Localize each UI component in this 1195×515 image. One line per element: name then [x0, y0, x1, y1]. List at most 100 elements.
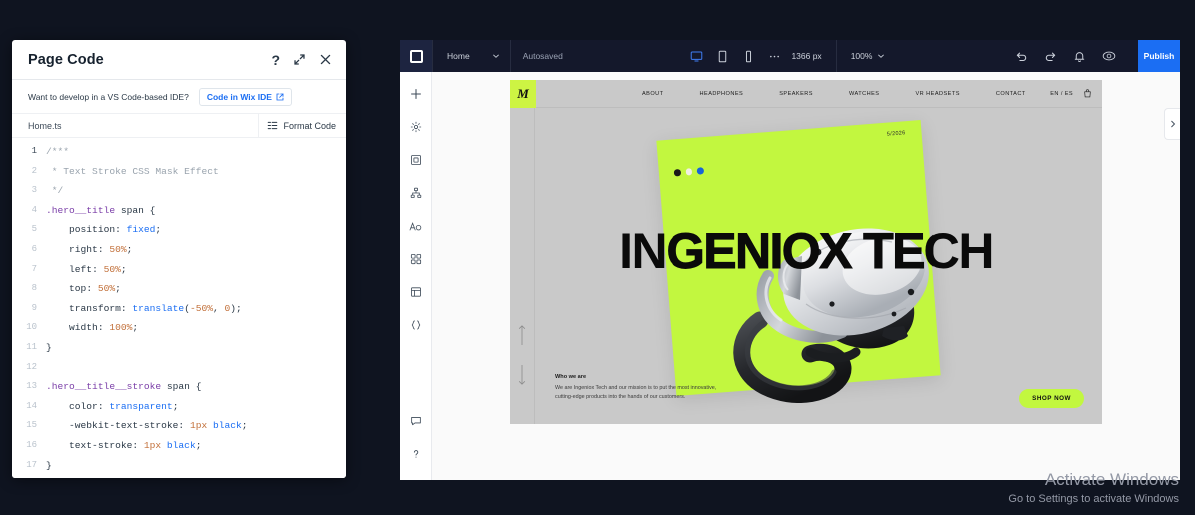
publish-button[interactable]: Publish — [1138, 40, 1180, 72]
sidebar-dev-mode-icon[interactable] — [404, 313, 428, 337]
code-line: 5 position: fixed; — [12, 220, 346, 240]
external-link-icon — [276, 93, 284, 100]
line-number: 2 — [31, 165, 37, 176]
code-line: 7 left: 50%; — [12, 260, 346, 280]
device-switcher — [690, 50, 791, 63]
code-line: 15 -webkit-text-stroke: 1px black; — [12, 416, 346, 436]
code-line: 6 right: 50%; — [12, 240, 346, 260]
wix-logo-icon[interactable] — [400, 40, 432, 72]
page-selector[interactable]: Home — [433, 40, 510, 72]
code-line: 9 transform: translate(-50%, 0); — [12, 299, 346, 319]
site-nav-link[interactable]: WATCHES — [831, 91, 898, 97]
page-code-title: Page Code — [28, 51, 104, 68]
autosave-status: Autosaved — [522, 51, 563, 61]
expand-icon[interactable] — [293, 53, 306, 66]
chevron-down-icon — [878, 54, 885, 58]
notifications-icon[interactable] — [1073, 50, 1086, 63]
code-editor-area[interactable]: 1/*** 2 * Text Stroke CSS Mask Effect 3 */… — [12, 138, 346, 478]
sidebar-chat-icon[interactable] — [404, 409, 428, 433]
editor-canvas[interactable]: M ABOUT HEADPHONES SPEAKERS WATCHES VR HEADS… — [432, 72, 1180, 480]
line-number: 3 — [31, 185, 37, 196]
format-code-button[interactable]: Format Code — [258, 114, 336, 137]
chevron-down-icon — [492, 54, 499, 58]
line-text: position: fixed; — [46, 224, 162, 236]
close-icon[interactable] — [319, 53, 332, 66]
windows-activation-watermark: Activate Windows Go to Settings to activ… — [1008, 469, 1179, 507]
sidebar-cms-icon[interactable] — [404, 280, 428, 304]
screen-root: Page Code ? Want to develop in a VS Code… — [0, 0, 1195, 515]
site-nav-right: EN / ES — [1050, 89, 1102, 98]
preview-icon[interactable] — [1102, 49, 1116, 63]
ide-promo-bar: Want to develop in a VS Code-based IDE? … — [12, 80, 346, 114]
line-text: text-stroke: 1px black; — [46, 439, 202, 451]
site-nav-link[interactable]: HEADPHONES — [682, 91, 762, 97]
expand-right-panel-icon[interactable] — [1164, 108, 1180, 140]
line-number: 4 — [31, 204, 37, 215]
site-nav-link[interactable]: SPEAKERS — [761, 91, 831, 97]
code-line: 10 width: 100%; — [12, 318, 346, 338]
language-switcher[interactable]: EN / ES — [1050, 91, 1073, 97]
editor-body: M ABOUT HEADPHONES SPEAKERS WATCHES VR HEADS… — [400, 72, 1180, 480]
code-line: 8 top: 50%; — [12, 279, 346, 299]
scroll-down-icon[interactable] — [517, 364, 527, 386]
site-nav-link[interactable]: ABOUT — [624, 91, 682, 97]
editor-actions: Publish — [1015, 40, 1180, 72]
sidebar-site-structure-icon[interactable] — [404, 181, 428, 205]
site-navbar: M ABOUT HEADPHONES SPEAKERS WATCHES VR HEADS… — [510, 80, 1102, 108]
ide-promo-text: Want to develop in a VS Code-based IDE? — [28, 91, 189, 102]
mobile-view-icon[interactable] — [742, 50, 755, 63]
redo-icon[interactable] — [1044, 50, 1057, 63]
sidebar-add-icon[interactable] — [404, 82, 428, 106]
scroll-up-icon[interactable] — [517, 324, 527, 346]
line-text: /*** — [46, 146, 70, 157]
card-dot — [696, 167, 704, 175]
line-text: right: 50%; — [46, 243, 133, 255]
line-number: 6 — [31, 243, 37, 254]
line-text: .hero__title span { — [46, 204, 156, 216]
line-number: 8 — [31, 283, 37, 294]
card-dot — [673, 169, 681, 177]
sidebar-pages-icon[interactable] — [404, 148, 428, 172]
sidebar-text-theme-icon[interactable] — [404, 214, 428, 238]
line-text: } — [46, 459, 52, 471]
line-number: 17 — [26, 459, 37, 470]
undo-icon[interactable] — [1015, 50, 1028, 63]
sidebar-settings-icon[interactable] — [404, 115, 428, 139]
help-icon[interactable]: ? — [271, 53, 280, 67]
site-nav-link[interactable]: VR HEADSETS — [897, 91, 977, 97]
code-line: 4 .hero__title span { — [12, 201, 346, 221]
page-selector-label: Home — [447, 51, 470, 61]
code-line: 12 — [12, 358, 346, 378]
tablet-view-icon[interactable] — [716, 50, 729, 63]
site-logo[interactable]: M — [510, 80, 536, 108]
line-number: 5 — [31, 224, 37, 235]
site-nav-link[interactable]: CONTACT — [978, 91, 1044, 97]
card-dots — [673, 167, 704, 177]
code-line: 3 */ — [12, 181, 346, 201]
sidebar-apps-icon[interactable] — [404, 247, 428, 271]
watermark-line-1: Activate Windows — [1044, 470, 1179, 489]
code-in-wix-ide-button[interactable]: Code in Wix IDE — [198, 87, 292, 106]
line-number: 10 — [26, 322, 37, 333]
desktop-view-icon[interactable] — [690, 50, 703, 63]
line-number: 12 — [26, 361, 37, 372]
code-tabbar: Home.ts Format Code — [12, 114, 346, 138]
site-preview: M ABOUT HEADPHONES SPEAKERS WATCHES VR HEADS… — [510, 80, 1102, 424]
line-number: 15 — [26, 420, 37, 431]
about-body: We are Ingeniox Tech and our mission is … — [555, 385, 717, 400]
card-date-label: 5/2026 — [886, 130, 906, 138]
line-text: width: 100%; — [46, 322, 139, 334]
file-tab-home-ts[interactable]: Home.ts — [28, 121, 258, 131]
page-code-header: Page Code ? — [12, 40, 346, 80]
page-code-actions: ? — [271, 53, 332, 67]
sidebar-help-icon[interactable] — [404, 442, 428, 466]
hero-section: 5/2026 INGENIOX TECH Who we are We are I… — [510, 108, 1102, 424]
shopping-bag-icon[interactable] — [1083, 89, 1092, 98]
line-number: 16 — [26, 439, 37, 450]
line-number: 13 — [26, 381, 37, 392]
shop-now-button[interactable]: SHOP NOW — [1019, 389, 1084, 408]
line-text: left: 50%; — [46, 263, 127, 275]
format-code-label: Format Code — [283, 120, 336, 131]
zoom-selector[interactable]: 100% — [837, 51, 900, 61]
more-options-icon[interactable] — [768, 50, 781, 63]
